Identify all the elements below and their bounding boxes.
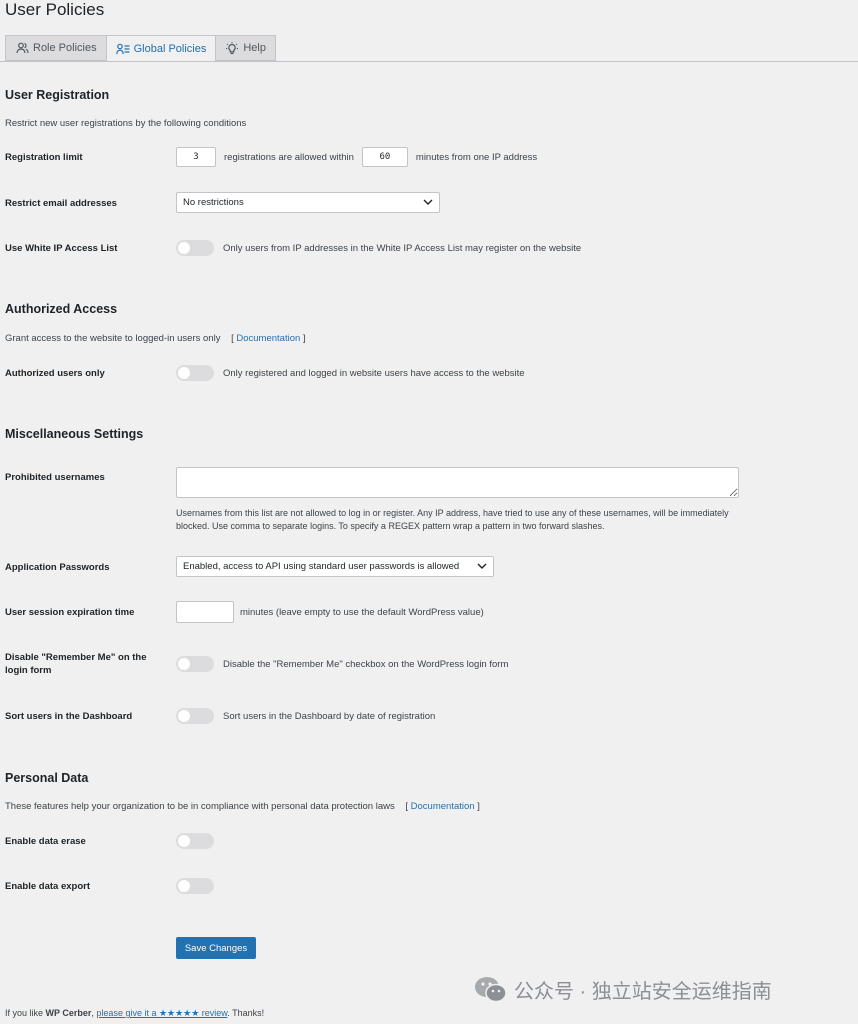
users-icon — [15, 41, 29, 55]
app-passwords-label: Application Passwords — [5, 562, 110, 573]
prohibited-usernames-field — [176, 467, 739, 498]
tab-help[interactable]: Help — [216, 35, 276, 61]
registration-minutes-input[interactable] — [361, 147, 408, 167]
authorized-users-field: Only registered and logged in website us… — [176, 365, 525, 381]
remember-me-label: Disable "Remember Me" on the login form — [5, 652, 147, 676]
data-erase-field — [176, 833, 223, 849]
chevron-down-icon — [477, 561, 487, 572]
tab-bar: Role Policies Global Policies Help — [5, 35, 276, 62]
restrict-email-select[interactable]: No restrictions — [176, 192, 440, 213]
watermark: 公众号 · 独立站安全运维指南 — [474, 975, 772, 1004]
section-title-authorized-access: Authorized Access — [5, 302, 118, 316]
toggle-knob — [178, 658, 190, 670]
white-ip-toggle[interactable] — [176, 240, 214, 256]
footer-prefix: If you like — [5, 1008, 44, 1018]
section-title-user-registration: User Registration — [5, 88, 110, 102]
tab-label: Role Policies — [33, 42, 97, 54]
restrict-email-field: No restrictions — [176, 192, 440, 213]
data-erase-toggle[interactable] — [176, 833, 214, 849]
sort-users-field: Sort users in the Dashboard by date of r… — [176, 708, 435, 724]
session-expiration-label: User session expiration time — [5, 607, 135, 618]
restrict-email-label: Restrict email addresses — [5, 198, 117, 209]
authorized-users-toggle[interactable] — [176, 365, 214, 381]
prohibited-usernames-hint: Usernames from this list are not allowed… — [176, 508, 729, 531]
list-settings-icon — [115, 42, 130, 56]
watermark-text: 公众号 · 独立站安全运维指南 — [514, 981, 772, 1003]
sort-users-desc: Sort users in the Dashboard by date of r… — [223, 710, 436, 722]
footer-review-link[interactable]: please give it a ★★★★★ review — [96, 1008, 227, 1018]
personal-desc-text: These features help your organization to… — [5, 801, 395, 812]
prohibited-usernames-label: Prohibited usernames — [5, 472, 105, 483]
white-ip-field: Only users from IP addresses in the Whit… — [176, 240, 581, 256]
session-expiration-input[interactable] — [176, 601, 234, 623]
section-desc-personal-data: These features help your organization to… — [5, 801, 480, 812]
section-title-misc-settings: Miscellaneous Settings — [5, 427, 144, 441]
page-title: User Policies — [5, 0, 105, 19]
sort-users-toggle[interactable] — [176, 708, 214, 724]
section-title-personal-data: Personal Data — [5, 771, 89, 785]
toggle-knob — [178, 880, 190, 892]
save-changes-button[interactable]: Save Changes — [176, 937, 256, 959]
registration-count-input[interactable] — [176, 147, 216, 167]
section-desc-user-registration: Restrict new user registrations by the f… — [5, 118, 247, 129]
sort-users-label: Sort users in the Dashboard — [5, 711, 133, 722]
remember-me-field: Disable the "Remember Me" checkbox on th… — [176, 656, 508, 672]
personal-documentation-link[interactable]: Documentation — [411, 801, 475, 812]
session-expiration-suffix: minutes (leave empty to use the default … — [240, 606, 484, 618]
app-passwords-select[interactable]: Enabled, access to API using standard us… — [176, 556, 494, 577]
app-passwords-field: Enabled, access to API using standard us… — [176, 556, 494, 577]
authorized-documentation-link[interactable]: Documentation — [236, 333, 300, 344]
lightbulb-icon — [225, 41, 239, 55]
remember-me-toggle[interactable] — [176, 656, 214, 672]
registration-limit-suffix: minutes from one IP address — [415, 151, 538, 163]
toggle-knob — [178, 835, 190, 847]
data-export-field — [176, 878, 223, 894]
tabs-divider — [0, 61, 858, 62]
session-expiration-field: minutes (leave empty to use the default … — [176, 601, 484, 623]
doc-bracket-close: ] — [302, 333, 306, 344]
authorized-users-desc: Only registered and logged in website us… — [223, 367, 525, 379]
toggle-knob — [178, 242, 190, 254]
restrict-email-value: No restrictions — [183, 197, 244, 208]
doc-bracket-open: [ — [231, 333, 234, 344]
tab-role-policies[interactable]: Role Policies — [5, 35, 107, 61]
registration-limit-field: registrations are allowed within minutes… — [176, 147, 537, 167]
tab-label: Global Policies — [133, 42, 207, 55]
footer-suffix: . Thanks! — [227, 1008, 265, 1018]
footer: If you like WP Cerber, please give it a … — [5, 1008, 265, 1018]
data-erase-label: Enable data erase — [5, 836, 86, 847]
wechat-icon — [474, 976, 508, 1004]
remember-me-desc: Disable the "Remember Me" checkbox on th… — [223, 658, 509, 670]
registration-limit-mid-text: registrations are allowed within — [224, 151, 354, 163]
registration-limit-label: Registration limit — [5, 152, 83, 163]
authorized-users-label: Authorized users only — [5, 368, 105, 379]
toggle-knob — [178, 367, 190, 379]
tab-global-policies[interactable]: Global Policies — [106, 35, 217, 62]
white-ip-label: Use White IP Access List — [5, 243, 118, 254]
data-export-toggle[interactable] — [176, 878, 214, 894]
section-desc-authorized-access: Grant access to the website to logged-in… — [5, 333, 306, 344]
white-ip-desc: Only users from IP addresses in the Whit… — [223, 242, 582, 254]
chevron-down-icon — [423, 197, 433, 208]
tab-label: Help — [243, 42, 266, 54]
app-passwords-value: Enabled, access to API using standard us… — [183, 561, 460, 572]
doc-bracket-open: [ — [405, 801, 409, 812]
doc-bracket-close: ] — [477, 801, 480, 812]
footer-brand: WP Cerber — [45, 1008, 92, 1018]
toggle-knob — [178, 710, 190, 722]
prohibited-usernames-textarea[interactable] — [176, 467, 739, 498]
data-export-label: Enable data export — [5, 881, 90, 892]
authorized-desc-text: Grant access to the website to logged-in… — [5, 333, 221, 344]
